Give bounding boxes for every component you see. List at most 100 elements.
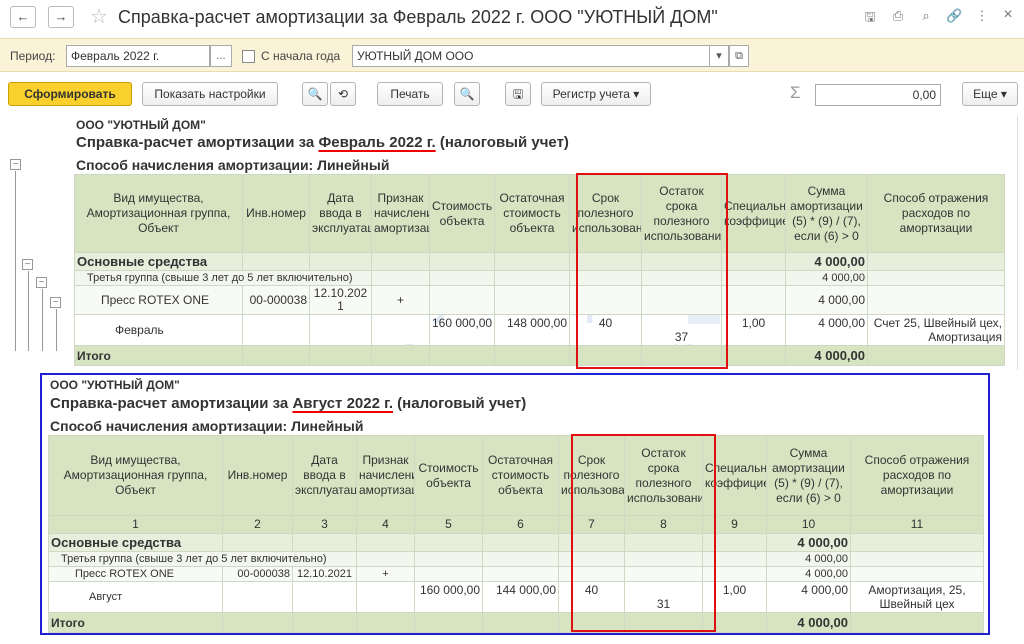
print-button[interactable]: Печать xyxy=(377,82,443,106)
row-date: 12.10.2021 xyxy=(309,285,372,315)
row-sum: 4 000,00 xyxy=(766,533,851,552)
register-dropdown-button[interactable]: Регистр учета ▾ xyxy=(541,82,651,106)
col-header: Признак начисления амортизации xyxy=(356,435,415,516)
col-header: Стоимость объекта xyxy=(429,174,495,253)
more-button[interactable]: Еще ▾ xyxy=(962,82,1018,106)
report-title: Справка-расчет амортизации за Февраль 20… xyxy=(76,134,569,151)
show-settings-button[interactable]: Показать настройки xyxy=(142,82,278,106)
col-header: Срок полезного использования xyxy=(569,174,642,253)
command-bar: Сформировать Показать настройки 🔍 ⟲ Печа… xyxy=(0,78,1024,112)
col-header: Специальный коэффициент xyxy=(721,174,786,253)
link-icon[interactable]: 🔗 xyxy=(946,8,962,24)
row-sum: 4 000,00 xyxy=(785,252,868,271)
total-label: Итого xyxy=(48,612,223,633)
col-header: Остаточная стоимость объекта xyxy=(482,435,559,516)
report-period: Февраль 2022 г. xyxy=(318,134,436,151)
col-header: Остаточная стоимость объекта xyxy=(494,174,570,253)
col-number: 9 xyxy=(702,515,767,534)
favorite-star-icon[interactable]: ☆ xyxy=(90,5,108,29)
row-remain: 37 xyxy=(641,314,722,346)
col-header: Вид имущества, Амортизационная группа, О… xyxy=(74,174,243,253)
forward-arrow-icon[interactable]: → xyxy=(48,6,74,28)
more-vertical-icon[interactable]: ⋮ xyxy=(974,8,990,24)
sum-field[interactable]: 0,00 xyxy=(815,84,941,106)
period-label: Период: xyxy=(10,49,56,63)
row-label: Третья группа (свыше 3 лет до 5 лет вклю… xyxy=(74,270,372,286)
row-inv: 00-000038 xyxy=(242,285,310,315)
col-header: Дата ввода в эксплуатацию xyxy=(292,435,357,516)
chevron-down-icon: ▾ xyxy=(633,87,640,101)
collapse-icon[interactable]: − xyxy=(36,277,47,288)
row-sum: 4 000,00 xyxy=(766,566,851,582)
col-header: Специальный коэффициент xyxy=(702,435,767,516)
chevron-down-icon[interactable]: ▾ xyxy=(709,45,729,67)
col-number: 4 xyxy=(356,515,415,534)
back-arrow-icon[interactable]: ← xyxy=(10,6,36,28)
total-sum: 4 000,00 xyxy=(785,345,868,366)
report-method: Способ начисления амортизации: Линейный xyxy=(50,418,364,434)
col-number: 6 xyxy=(482,515,559,534)
row-term: 40 xyxy=(569,314,642,346)
row-label: Пресс ROTEX ONE xyxy=(48,566,223,582)
from-start-checkbox[interactable] xyxy=(242,50,255,63)
row-label: Август xyxy=(48,581,223,613)
col-header: Остаток срока полезного использования xyxy=(624,435,703,516)
row-rest: 148 000,00 xyxy=(494,314,570,346)
total-sum: 4 000,00 xyxy=(766,612,851,633)
chevron-down-icon: ▾ xyxy=(1000,87,1007,101)
open-organization-icon[interactable]: ⧉ xyxy=(729,45,749,67)
col-header: Вид имущества, Амортизационная группа, О… xyxy=(48,435,223,516)
col-header: Способ отражения расходов по амортизации xyxy=(867,174,1005,253)
row-rest: 144 000,00 xyxy=(482,581,559,613)
period-select-button[interactable]: ... xyxy=(210,45,232,67)
col-number: 3 xyxy=(292,515,357,534)
row-cost: 160 000,00 xyxy=(429,314,495,346)
preview-icon[interactable]: 🔍 xyxy=(454,82,480,106)
report-february: ООО "УЮТНЫЙ ДОМ" Справка-расчет амортиза… xyxy=(8,116,1018,370)
collapse-icon[interactable]: − xyxy=(10,159,21,170)
row-sum: 4 000,00 xyxy=(785,285,868,315)
col-header: Инв.номер xyxy=(222,435,293,516)
collapse-icon[interactable]: − xyxy=(22,259,33,270)
table-row: Пресс ROTEX ONE 00-000038 12.10.2021 + 4… xyxy=(48,566,984,582)
col-header: Остаток срока полезного использования xyxy=(641,174,722,253)
tree-line xyxy=(42,289,43,351)
save-icon[interactable]: 🖫 xyxy=(505,82,531,106)
sigma-icon: Σ xyxy=(790,83,801,102)
save-icon[interactable]: 🖫 xyxy=(862,8,878,30)
row-coef: 1,00 xyxy=(721,314,786,346)
row-term: 40 xyxy=(558,581,625,613)
close-icon[interactable]: × xyxy=(1000,6,1016,24)
search-icon[interactable]: 🔍 xyxy=(302,82,328,106)
row-inv: 00-000038 xyxy=(222,566,293,582)
organization-input[interactable]: УЮТНЫЙ ДОМ ООО xyxy=(352,45,710,67)
row-remain: 31 xyxy=(624,581,703,613)
col-number: 5 xyxy=(414,515,483,534)
report-table: Вид имущества, Амортизационная группа, О… xyxy=(48,435,984,633)
search-next-icon[interactable]: ⟲ xyxy=(330,82,356,106)
tree-line xyxy=(56,309,57,351)
col-number: 8 xyxy=(624,515,703,534)
print-icon[interactable]: ⎙ xyxy=(890,8,906,24)
generate-button[interactable]: Сформировать xyxy=(8,82,132,106)
report-org: ООО "УЮТНЫЙ ДОМ" xyxy=(76,118,206,132)
more-label: Еще xyxy=(973,87,998,101)
report-title: Справка-расчет амортизации за Август 202… xyxy=(50,395,527,412)
total-label: Итого xyxy=(74,345,243,366)
row-date: 12.10.2021 xyxy=(292,566,357,582)
col-header: Срок полезного использования xyxy=(558,435,625,516)
preview-icon[interactable]: ⌕ xyxy=(918,8,934,24)
period-input[interactable]: Февраль 2022 г. xyxy=(66,45,210,67)
collapse-icon[interactable]: − xyxy=(50,297,61,308)
row-sum: 4 000,00 xyxy=(785,270,868,286)
title-bar: ← → ☆ Справка-расчет амортизации за Февр… xyxy=(0,0,1024,36)
table-row: Третья группа (свыше 3 лет до 5 лет вклю… xyxy=(74,270,1005,286)
row-label: Третья группа (свыше 3 лет до 5 лет вклю… xyxy=(48,551,357,567)
col-number: 1 xyxy=(48,515,223,534)
row-cost: 160 000,00 xyxy=(414,581,483,613)
row-sum: 4 000,00 xyxy=(766,551,851,567)
col-number: 7 xyxy=(558,515,625,534)
row-label: Пресс ROTEX ONE xyxy=(74,285,243,315)
row-flag: + xyxy=(371,285,430,315)
col-header: Инв.номер xyxy=(242,174,310,253)
